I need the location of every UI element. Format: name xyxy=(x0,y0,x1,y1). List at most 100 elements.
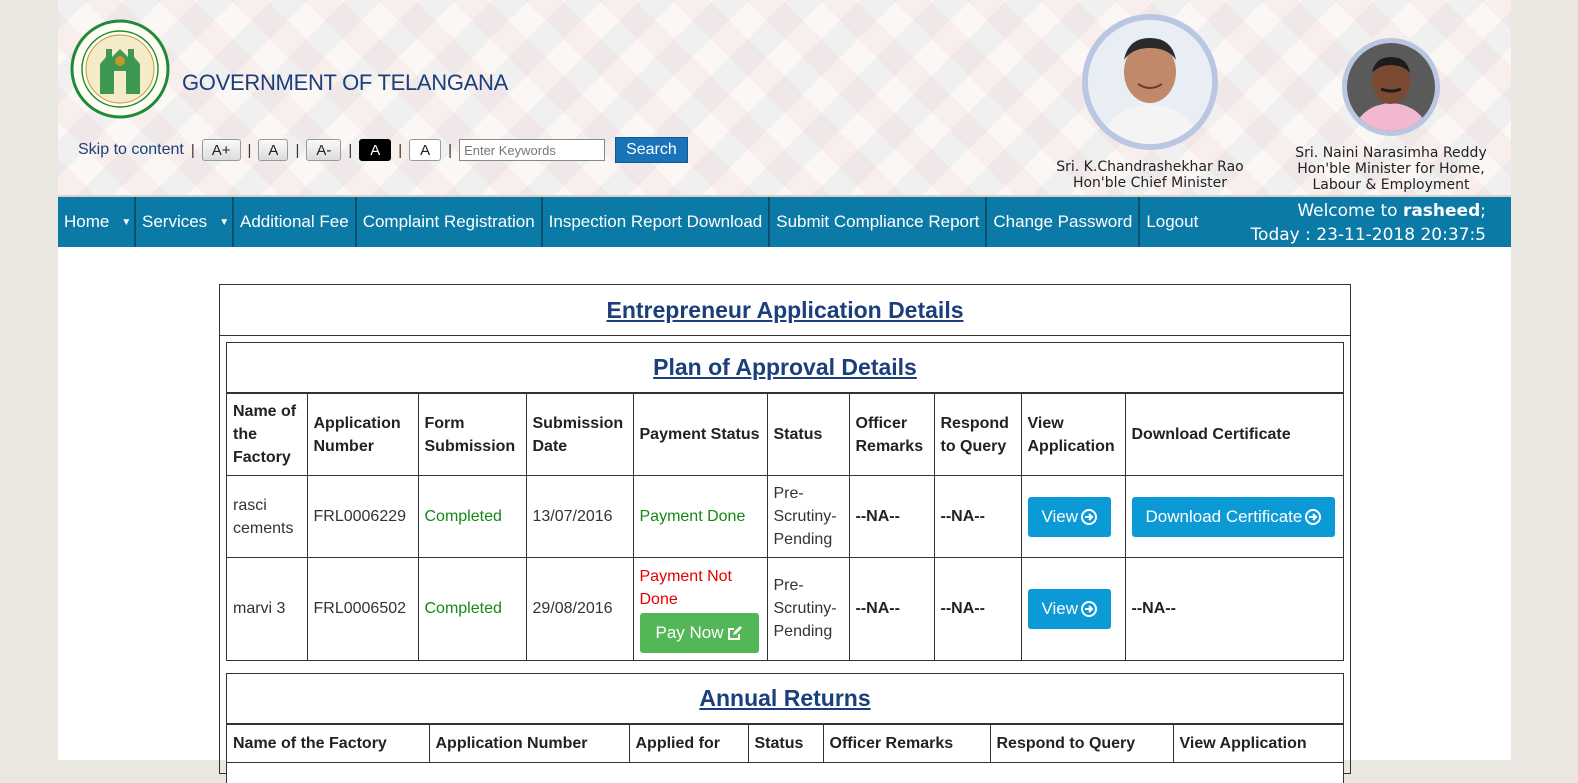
column-header: Form Submission xyxy=(417,393,527,476)
application-number-cell: FRL0006502 xyxy=(306,557,419,660)
minister-title-line-2: Labour & Employment xyxy=(1312,177,1470,193)
pay-now-label: Pay Now xyxy=(655,623,724,643)
view-button-label: View xyxy=(1041,507,1079,526)
arrow-circle-right-icon xyxy=(1081,508,1098,525)
form-submission-cell: Completed xyxy=(417,475,527,558)
column-header: Name of the Factory xyxy=(227,724,430,763)
search-button[interactable]: Search xyxy=(615,137,688,163)
respond-to-query-cell: --NA-- xyxy=(933,475,1022,558)
high-contrast-button[interactable]: A xyxy=(359,139,392,161)
application-number-cell: FRL0006229 xyxy=(306,475,419,558)
minister-title-line-1: Hon'ble Minister for Home, xyxy=(1297,161,1485,177)
accessibility-toolbar: Skip to content | A+ | A | A- | A | A | … xyxy=(78,136,688,164)
nav-inspection-report-download[interactable]: Inspection Report Download xyxy=(543,197,771,247)
chief-minister-name: Sri. K.Chandrashekhar Rao xyxy=(1056,159,1244,175)
download-certificate-cell: --NA-- xyxy=(1124,557,1343,660)
officer-remarks-cell: --NA-- xyxy=(848,475,935,558)
username: rasheed xyxy=(1402,201,1481,221)
minister-name: Sri. Naini Narasimha Reddy xyxy=(1295,145,1487,161)
caret-down-icon: ▼ xyxy=(219,216,230,228)
respond-to-query-cell: --NA-- xyxy=(933,557,1022,660)
view-button-label: View xyxy=(1041,599,1079,619)
font-increase-button[interactable]: A+ xyxy=(201,139,241,161)
entrepreneur-application-panel: Entrepreneur Application Details Plan of… xyxy=(219,284,1351,783)
plan-title-row: Plan of Approval Details xyxy=(227,343,1343,393)
column-header: Applied for xyxy=(628,724,749,763)
table-row: rasci cements FRL0006229 Completed 13/07… xyxy=(227,475,1343,558)
nav-additional-fee[interactable]: Additional Fee xyxy=(234,197,357,247)
arrow-circle-right-icon xyxy=(1305,508,1322,525)
welcome-prefix: Welcome to xyxy=(1297,201,1398,221)
pay-now-button[interactable]: Pay Now xyxy=(639,612,759,653)
plan-of-approval-table: Name of the Factory Application Number F… xyxy=(227,393,1343,660)
column-header: View Application xyxy=(1172,724,1343,763)
chief-minister-title: Hon'ble Chief Minister xyxy=(1072,175,1228,191)
page-title[interactable]: Entrepreneur Application Details xyxy=(607,297,964,324)
status-cell: Pre-Scrutiny-Pending xyxy=(766,557,850,660)
status-cell: Pre-Scrutiny-Pending xyxy=(766,475,850,558)
submission-date-cell: 29/08/2016 xyxy=(525,557,634,660)
minister-profile: Sri. Naini Narasimha Reddy Hon'ble Minis… xyxy=(1286,38,1496,193)
chief-minister-photo xyxy=(1082,14,1218,150)
edit-icon xyxy=(727,625,743,641)
form-submission-cell: Completed xyxy=(417,557,527,660)
plan-of-approval-panel: Plan of Approval Details Name of the Fac… xyxy=(226,342,1344,661)
column-header: Respond to Query xyxy=(933,393,1022,476)
column-header: Status xyxy=(747,724,824,763)
main-navigation: Home ▼ Services ▼ Additional Fee Complai… xyxy=(58,197,1511,247)
payment-status-cell: Payment Done xyxy=(632,475,768,558)
submission-date-cell: 13/07/2016 xyxy=(525,475,634,558)
table-row: marvi 3 FRL0006502 Completed 29/08/2016 … xyxy=(227,557,1343,660)
annual-returns-title-row: Annual Returns xyxy=(227,674,1343,724)
chief-minister-profile: Sri. K.Chandrashekhar Rao Hon'ble Chief … xyxy=(1050,14,1250,191)
download-certificate-cell: Download Certificate xyxy=(1124,475,1343,558)
annual-returns-table: Name of the Factory Application Number A… xyxy=(227,724,1343,763)
search-input[interactable] xyxy=(459,139,606,161)
plan-of-approval-title[interactable]: Plan of Approval Details xyxy=(653,354,917,381)
welcome-message: Welcome to rasheed; Today : 23-11-2018 2… xyxy=(1251,199,1486,247)
arrow-circle-right-icon xyxy=(1081,600,1098,617)
minister-photo xyxy=(1342,38,1440,136)
nav-home-label: Home xyxy=(64,212,110,231)
skip-to-content-link[interactable]: Skip to content xyxy=(78,141,184,159)
current-datetime: Today : 23-11-2018 20:37:5 xyxy=(1250,225,1486,245)
nav-logout[interactable]: Logout xyxy=(1140,197,1204,247)
payment-status-cell: Payment Not Done Pay Now xyxy=(632,557,768,660)
normal-contrast-button[interactable]: A xyxy=(409,139,442,161)
column-header: Name of the Factory xyxy=(227,393,308,476)
nav-services[interactable]: Services ▼ xyxy=(136,197,234,247)
factory-name-cell: marvi 3 xyxy=(227,557,308,660)
font-decrease-button[interactable]: A- xyxy=(306,139,342,161)
download-certificate-button[interactable]: Download Certificate xyxy=(1131,496,1336,537)
nav-services-label: Services xyxy=(142,212,208,231)
view-application-cell: View xyxy=(1020,475,1126,558)
column-header: Application Number xyxy=(306,393,419,476)
column-header: Officer Remarks xyxy=(848,393,935,476)
nav-home[interactable]: Home ▼ xyxy=(58,197,136,247)
table-header-row: Name of the Factory Application Number F… xyxy=(227,393,1343,476)
page: GOVERNMENT OF TELANGANA Skip to content … xyxy=(58,0,1511,783)
annual-returns-panel: Annual Returns Name of the Factory Appli… xyxy=(226,673,1344,783)
column-header: Status xyxy=(766,393,850,476)
column-header: Application Number xyxy=(428,724,630,763)
font-normal-button[interactable]: A xyxy=(258,139,289,161)
nav-change-password[interactable]: Change Password xyxy=(987,197,1141,247)
column-header: Payment Status xyxy=(632,393,768,476)
nav-complaint-registration[interactable]: Complaint Registration xyxy=(357,197,543,247)
column-header: View Application xyxy=(1020,393,1126,476)
telangana-emblem-logo xyxy=(70,19,170,119)
nav-submit-compliance-report[interactable]: Submit Compliance Report xyxy=(770,197,988,247)
government-title: GOVERNMENT OF TELANGANA xyxy=(182,70,509,95)
download-certificate-label: Download Certificate xyxy=(1145,507,1303,526)
payment-status-text: Payment Not Done xyxy=(639,567,732,608)
officer-remarks-cell: --NA-- xyxy=(848,557,935,660)
factory-name-cell: rasci cements xyxy=(227,475,308,558)
column-header: Officer Remarks xyxy=(822,724,991,763)
annual-returns-title[interactable]: Annual Returns xyxy=(699,685,870,712)
table-header-row: Name of the Factory Application Number A… xyxy=(227,724,1343,763)
main-title-row: Entrepreneur Application Details xyxy=(220,285,1350,336)
view-button[interactable]: View xyxy=(1027,496,1112,537)
view-button[interactable]: View xyxy=(1027,588,1112,629)
column-header: Submission Date xyxy=(525,393,634,476)
welcome-suffix: ; xyxy=(1480,201,1486,221)
